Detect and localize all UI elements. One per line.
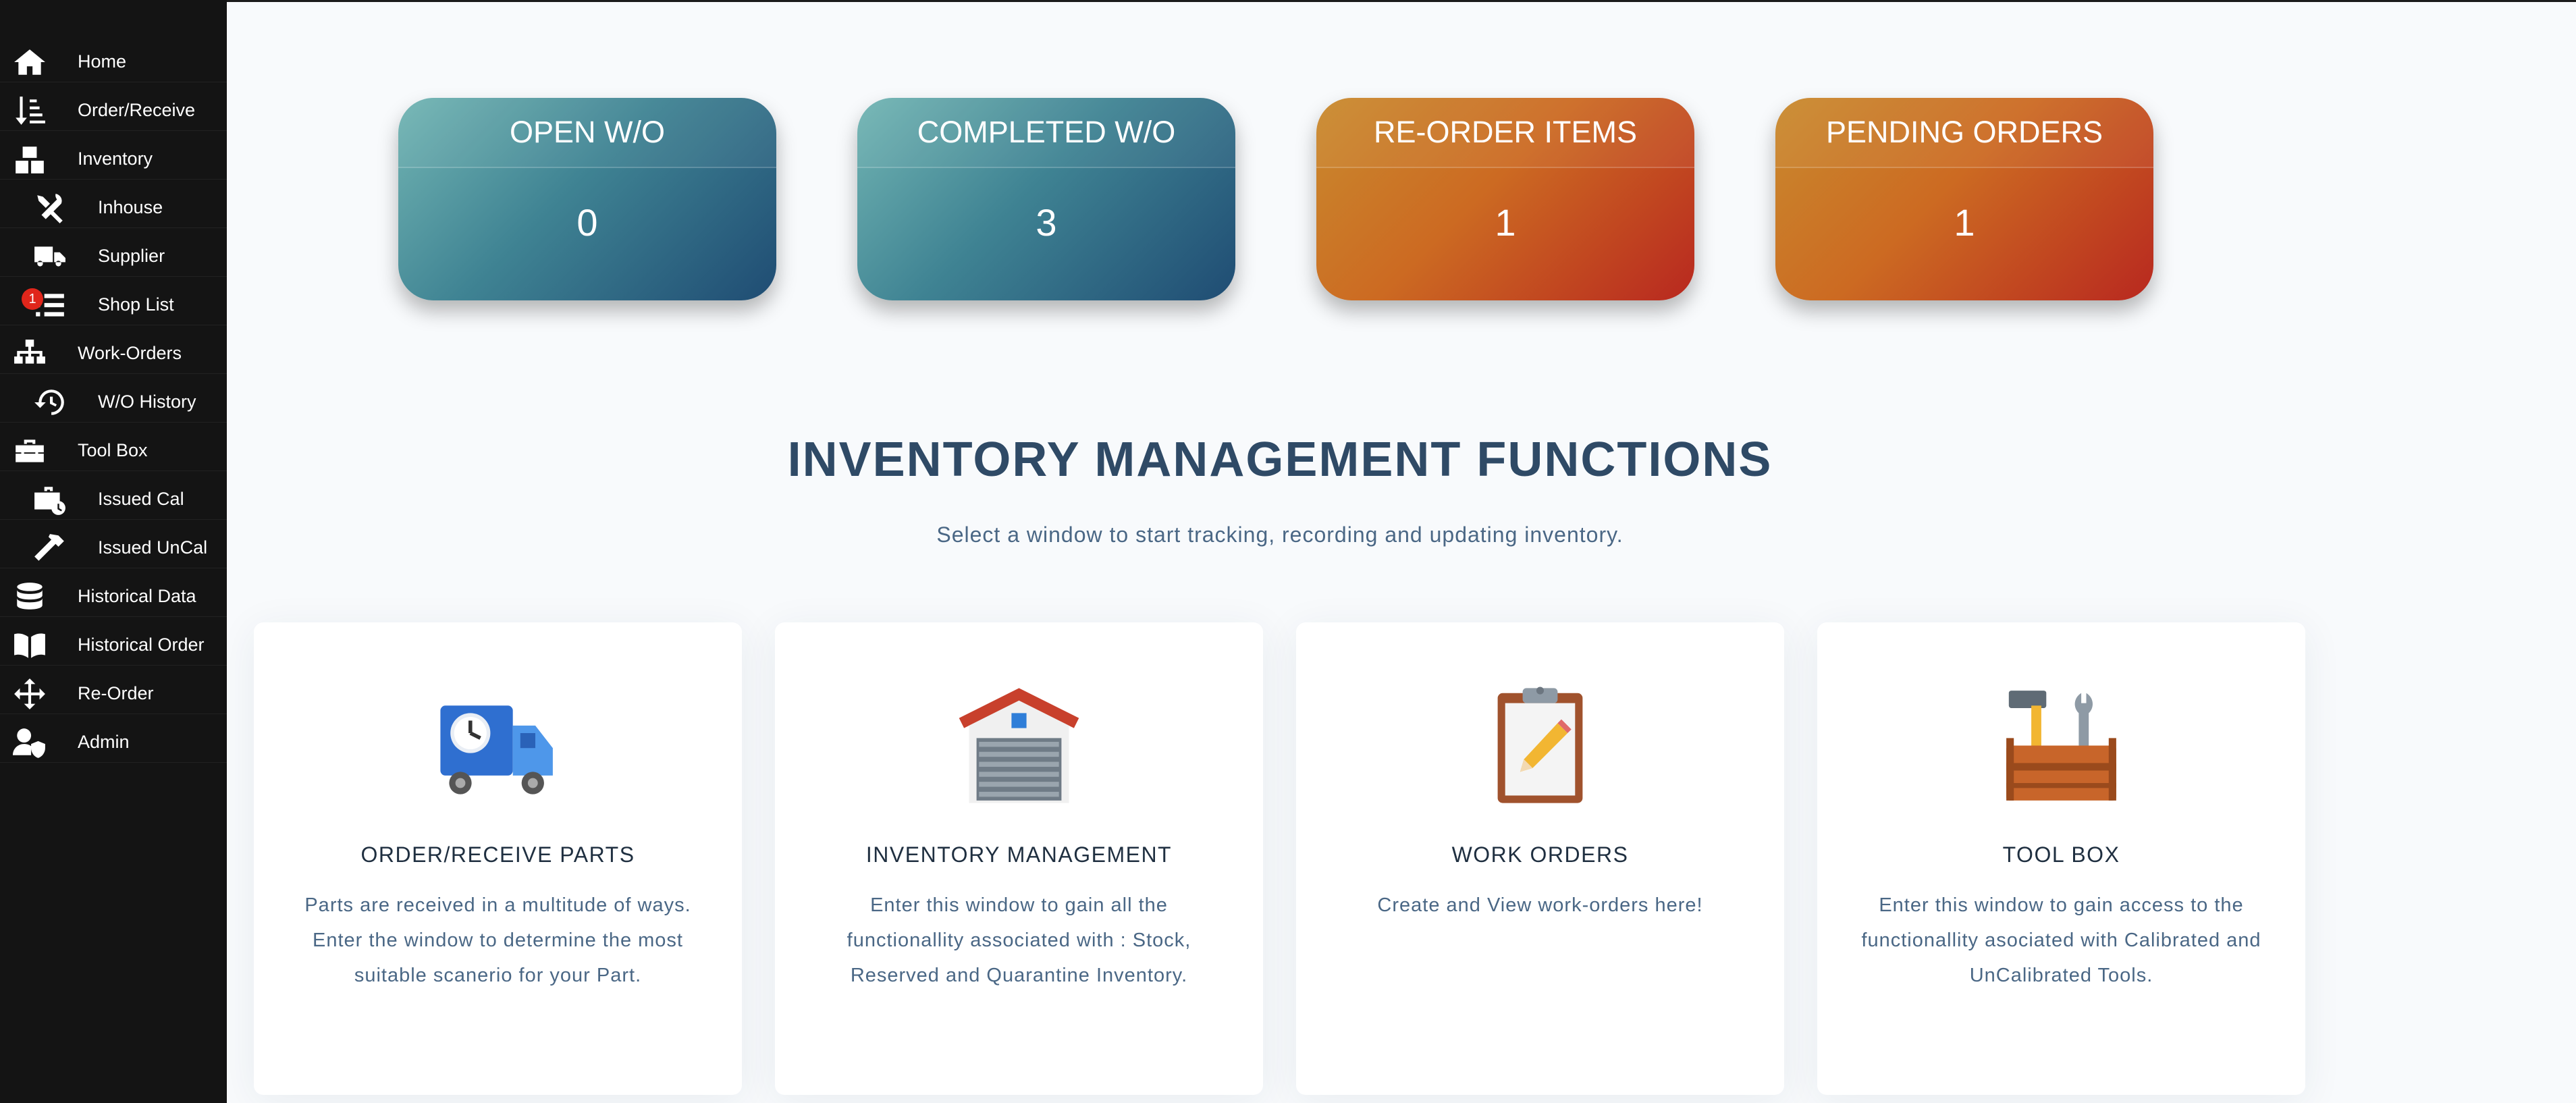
sidebar-item-label: Re-Order [78, 683, 154, 703]
top-border [227, 0, 2576, 2]
function-card-order-receive[interactable]: ORDER/RECEIVE PARTS Parts are received i… [254, 622, 742, 1095]
warehouse-icon [775, 683, 1263, 808]
sidebar-item-label: Admin [78, 732, 130, 752]
sidebar-item-label: Shop List [98, 294, 174, 315]
sidebar-item-label: Home [78, 51, 127, 72]
function-card-description: Enter this window to gain access to the … [1861, 894, 2261, 986]
boxes-icon [11, 140, 49, 178]
function-card-description: Enter this window to gain all the functi… [847, 894, 1191, 986]
function-card-work-orders[interactable]: WORK ORDERS Create and View work-orders … [1296, 622, 1784, 1095]
section-title: INVENTORY MANAGEMENT FUNCTIONS [787, 433, 1773, 487]
home-icon [11, 43, 49, 81]
sitemap-icon [11, 335, 49, 373]
sidebar-item-work-orders[interactable]: Work-Orders [0, 333, 227, 374]
sidebar: Home Order/Receive Inventory Inhouse Sup… [0, 0, 227, 1103]
stat-card-open-wo[interactable]: OPEN W/O 0 [398, 98, 776, 300]
sidebar-item-label: Work-Orders [78, 343, 182, 363]
sidebar-item-issued-uncal[interactable]: Issued UnCal [0, 528, 227, 568]
stat-label: PENDING ORDERS [1775, 98, 2153, 168]
sidebar-item-historical-order[interactable]: Historical Order [0, 625, 227, 666]
sidebar-item-issued-cal[interactable]: Issued Cal [0, 479, 227, 520]
tools-icon [31, 189, 69, 227]
briefcase-clock-icon [31, 481, 69, 518]
database-icon [11, 578, 49, 616]
arrows-move-icon [11, 675, 49, 713]
stat-value: 3 [1036, 200, 1057, 244]
sort-list-icon [11, 92, 49, 130]
sidebar-item-home[interactable]: Home [0, 42, 227, 82]
sidebar-item-supplier[interactable]: Supplier [0, 236, 227, 277]
clipboard-pencil-icon [1296, 683, 1784, 808]
truck-icon [31, 238, 69, 275]
stat-card-completed-wo[interactable]: COMPLETED W/O 3 [857, 98, 1235, 300]
stat-value: 1 [1495, 200, 1516, 244]
toolbox-hammer-wrench-icon [1817, 683, 2305, 808]
toolbox-icon [11, 432, 49, 470]
sidebar-item-label: Historical Order [78, 635, 205, 655]
sidebar-item-label: W/O History [98, 392, 196, 412]
sidebar-item-tool-box[interactable]: Tool Box [0, 431, 227, 471]
book-open-icon [11, 626, 49, 664]
sidebar-item-label: Issued UnCal [98, 537, 208, 558]
sidebar-item-label: Order/Receive [78, 100, 196, 120]
stat-value: 1 [1954, 200, 1975, 244]
sidebar-item-inhouse[interactable]: Inhouse [0, 188, 227, 228]
sidebar-item-order-receive[interactable]: Order/Receive [0, 90, 227, 131]
sidebar-item-label: Tool Box [78, 440, 148, 460]
stat-value: 0 [576, 200, 598, 244]
function-card-inventory-management[interactable]: INVENTORY MANAGEMENT Enter this window t… [775, 622, 1263, 1095]
sidebar-item-label: Inhouse [98, 197, 163, 217]
section-subtitle: Select a window to start tracking, recor… [936, 522, 1624, 547]
sidebar-item-inventory[interactable]: Inventory [0, 139, 227, 180]
stat-label: RE-ORDER ITEMS [1316, 98, 1694, 168]
function-card-title: TOOL BOX [2002, 842, 2120, 867]
sidebar-item-label: Inventory [78, 149, 153, 169]
history-icon [31, 383, 69, 421]
sidebar-item-label: Historical Data [78, 586, 196, 606]
stat-label: OPEN W/O [398, 98, 776, 168]
stat-card-re-order-items[interactable]: RE-ORDER ITEMS 1 [1316, 98, 1694, 300]
sidebar-item-label: Issued Cal [98, 489, 184, 509]
delivery-truck-clock-icon [254, 683, 742, 808]
stat-label: COMPLETED W/O [857, 98, 1235, 168]
function-card-title: ORDER/RECEIVE PARTS [360, 842, 635, 867]
function-card-description: Create and View work-orders here! [1377, 894, 1703, 916]
sidebar-item-wo-history[interactable]: W/O History [0, 382, 227, 423]
sidebar-item-re-order[interactable]: Re-Order [0, 674, 227, 714]
function-card-title: INVENTORY MANAGEMENT [865, 842, 1173, 867]
sidebar-item-historical-data[interactable]: Historical Data [0, 576, 227, 617]
sidebar-item-label: Supplier [98, 246, 165, 266]
sidebar-item-admin[interactable]: Admin [0, 722, 227, 763]
function-card-title: WORK ORDERS [1451, 842, 1629, 867]
hammer-icon [31, 529, 69, 567]
sidebar-item-shop-list[interactable]: 1 Shop List [0, 285, 227, 325]
user-shield-icon [11, 724, 49, 761]
function-card-tool-box[interactable]: TOOL BOX Enter this window to gain acces… [1817, 622, 2305, 1095]
function-card-description: Parts are received in a multitude of way… [304, 894, 691, 986]
notification-badge: 1 [22, 288, 43, 310]
stat-card-pending-orders[interactable]: PENDING ORDERS 1 [1775, 98, 2153, 300]
